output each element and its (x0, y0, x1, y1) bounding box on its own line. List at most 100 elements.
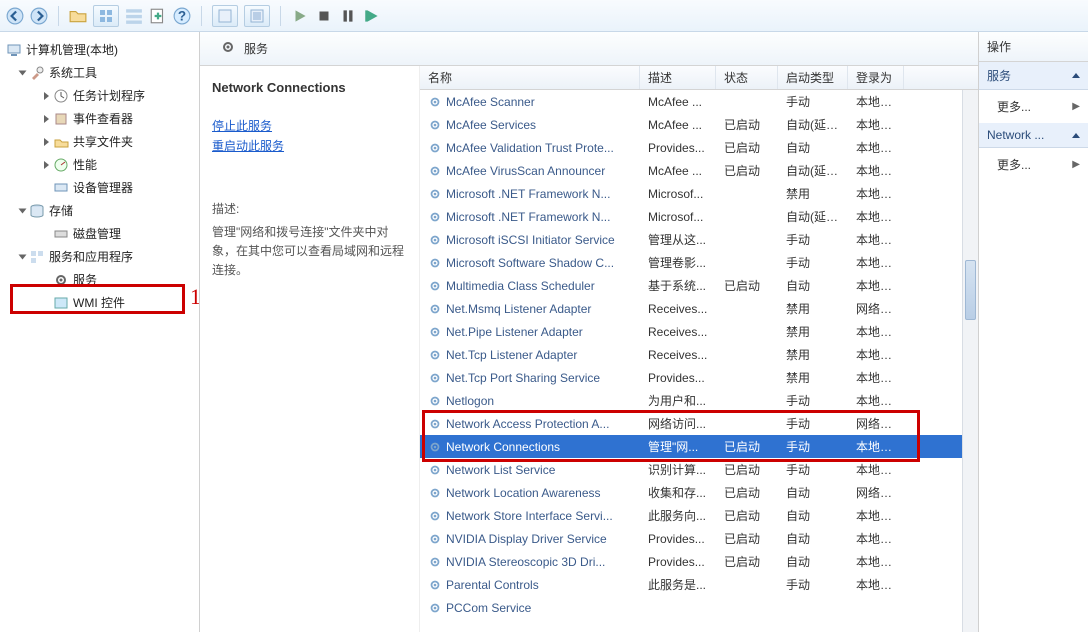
tree-item-task-scheduler[interactable]: 任务计划程序 (0, 84, 199, 107)
service-row[interactable]: Parental Controls此服务是...手动本地服... (420, 573, 978, 596)
tree-item-label: 磁盘管理 (73, 225, 121, 242)
restart-icon[interactable] (363, 7, 381, 25)
service-row[interactable]: Network Store Interface Servi...此服务向...已… (420, 504, 978, 527)
chevron-right-icon (44, 115, 49, 123)
tree-item-performance[interactable]: 性能 (0, 153, 199, 176)
row-name: Microsoft .NET Framework N... (446, 187, 610, 201)
row-name: PCCom Service (446, 601, 531, 615)
row-status: 已启动 (716, 507, 778, 524)
center-header-title: 服务 (244, 40, 268, 57)
service-row[interactable]: Net.Pipe Listener AdapterReceives...禁用本地… (420, 320, 978, 343)
tree-item-wmi[interactable]: WMI 控件 (0, 291, 199, 314)
tree-item-label: 性能 (73, 156, 97, 173)
service-row[interactable]: Multimedia Class Scheduler基于系统...已启动自动本地… (420, 274, 978, 297)
row-desc: Microsof... (640, 187, 716, 201)
description-label: 描述: (212, 200, 407, 217)
row-name: Netlogon (446, 394, 494, 408)
help-icon[interactable]: ? (173, 7, 191, 25)
service-row[interactable]: Network Connections管理"网...已启动手动本地系... (420, 435, 978, 458)
forward-icon[interactable] (30, 7, 48, 25)
scrollbar[interactable] (962, 90, 978, 632)
tree-view-icon[interactable] (125, 7, 143, 25)
selected-service-name: Network Connections (212, 80, 407, 95)
service-row[interactable]: Network Location Awareness收集和存...已启动自动网络… (420, 481, 978, 504)
row-status: 已启动 (716, 553, 778, 570)
service-row[interactable]: Network List Service识别计算...已启动手动本地服... (420, 458, 978, 481)
tree-item-device-manager[interactable]: 设备管理器 (0, 176, 199, 199)
row-logon: 本地系... (848, 553, 904, 570)
col-logon[interactable]: 登录为 (848, 66, 904, 89)
back-icon[interactable] (6, 7, 24, 25)
service-row[interactable]: Microsoft iSCSI Initiator Service管理从这...… (420, 228, 978, 251)
tree-item-disk-management[interactable]: 磁盘管理 (0, 222, 199, 245)
row-desc: 管理"网... (640, 438, 716, 455)
export-icon[interactable] (149, 7, 167, 25)
list-rows[interactable]: McAfee ScannerMcAfee ...手动本地系...McAfee S… (420, 90, 978, 632)
row-logon: 本地系... (848, 392, 904, 409)
actions-more-1[interactable]: 更多...▶ (979, 90, 1088, 123)
service-row[interactable]: McAfee Validation Trust Prote...Provides… (420, 136, 978, 159)
col-desc[interactable]: 描述 (640, 66, 716, 89)
clock-icon (53, 88, 69, 104)
tree-root[interactable]: 计算机管理(本地) (0, 38, 199, 61)
service-row[interactable]: Network Access Protection A...网络访问...手动网… (420, 412, 978, 435)
service-row[interactable]: Netlogon为用户和...手动本地系... (420, 389, 978, 412)
gear-icon (428, 141, 442, 155)
row-name: McAfee Scanner (446, 95, 535, 109)
actions-section-network[interactable]: Network ... (979, 123, 1088, 148)
service-row[interactable]: Microsoft .NET Framework N...Microsof...… (420, 205, 978, 228)
properties-button[interactable] (212, 5, 238, 27)
row-logon: 本地系... (848, 254, 904, 271)
play-icon[interactable] (291, 7, 309, 25)
row-logon: 本地系... (848, 438, 904, 455)
scroll-thumb[interactable] (965, 260, 976, 320)
tree-item-shared-folders[interactable]: 共享文件夹 (0, 130, 199, 153)
row-logon: 本地系... (848, 185, 904, 202)
row-logon: 本地服... (848, 576, 904, 593)
col-status[interactable]: 状态 (716, 66, 778, 89)
gear-icon (428, 394, 442, 408)
actions-more-2[interactable]: 更多...▶ (979, 148, 1088, 181)
service-row[interactable]: Microsoft Software Shadow C...管理卷影...手动本… (420, 251, 978, 274)
row-desc: McAfee ... (640, 118, 716, 132)
row-logon: 网络服... (848, 300, 904, 317)
grid-view-button[interactable] (93, 5, 119, 27)
tree-item-label: 共享文件夹 (73, 133, 133, 150)
pause-icon[interactable] (339, 7, 357, 25)
gear-icon (428, 417, 442, 431)
row-logon: 网络服... (848, 415, 904, 432)
gear-icon (428, 210, 442, 224)
row-name: McAfee Validation Trust Prote... (446, 141, 614, 155)
gear-icon (428, 440, 442, 454)
tree-item-services[interactable]: 服务 (0, 268, 199, 291)
service-row[interactable]: Net.Tcp Listener AdapterReceives...禁用本地服… (420, 343, 978, 366)
service-row[interactable]: Net.Tcp Port Sharing ServiceProvides...禁… (420, 366, 978, 389)
disk-icon (53, 226, 69, 242)
service-row[interactable]: NVIDIA Display Driver ServiceProvides...… (420, 527, 978, 550)
service-row[interactable]: McAfee ServicesMcAfee ...已启动自动(延迟...本地系.… (420, 113, 978, 136)
stop-icon[interactable] (315, 7, 333, 25)
folder-icon[interactable] (69, 7, 87, 25)
row-name: Multimedia Class Scheduler (446, 279, 595, 293)
col-startup[interactable]: 启动类型 (778, 66, 848, 89)
tree-group-storage[interactable]: 存储 (0, 199, 199, 222)
service-row[interactable]: Net.Msmq Listener AdapterReceives...禁用网络… (420, 297, 978, 320)
service-row[interactable]: McAfee VirusScan AnnouncerMcAfee ...已启动自… (420, 159, 978, 182)
item-label: 更多... (997, 156, 1031, 173)
col-name[interactable]: 名称 (420, 66, 640, 89)
services-list: 名称 描述 状态 启动类型 登录为 McAfee ScannerMcAfee .… (420, 66, 978, 632)
actions-section-services[interactable]: 服务 (979, 62, 1088, 90)
tree-group-system-tools[interactable]: 系统工具 (0, 61, 199, 84)
service-row[interactable]: McAfee ScannerMcAfee ...手动本地系... (420, 90, 978, 113)
row-status: 已启动 (716, 277, 778, 294)
row-desc: 管理卷影... (640, 254, 716, 271)
tree-item-event-viewer[interactable]: 事件查看器 (0, 107, 199, 130)
service-row[interactable]: Microsoft .NET Framework N... Microsof...… (420, 182, 978, 205)
stop-service-link[interactable]: 停止此服务 (212, 117, 407, 134)
row-desc: Receives... (640, 302, 716, 316)
tree-group-services-apps[interactable]: 服务和应用程序 (0, 245, 199, 268)
refresh-button[interactable] (244, 5, 270, 27)
service-row[interactable]: NVIDIA Stereoscopic 3D Dri...Provides...… (420, 550, 978, 573)
service-row[interactable]: PCCom Service (420, 596, 978, 619)
restart-service-link[interactable]: 重启动此服务 (212, 137, 407, 154)
